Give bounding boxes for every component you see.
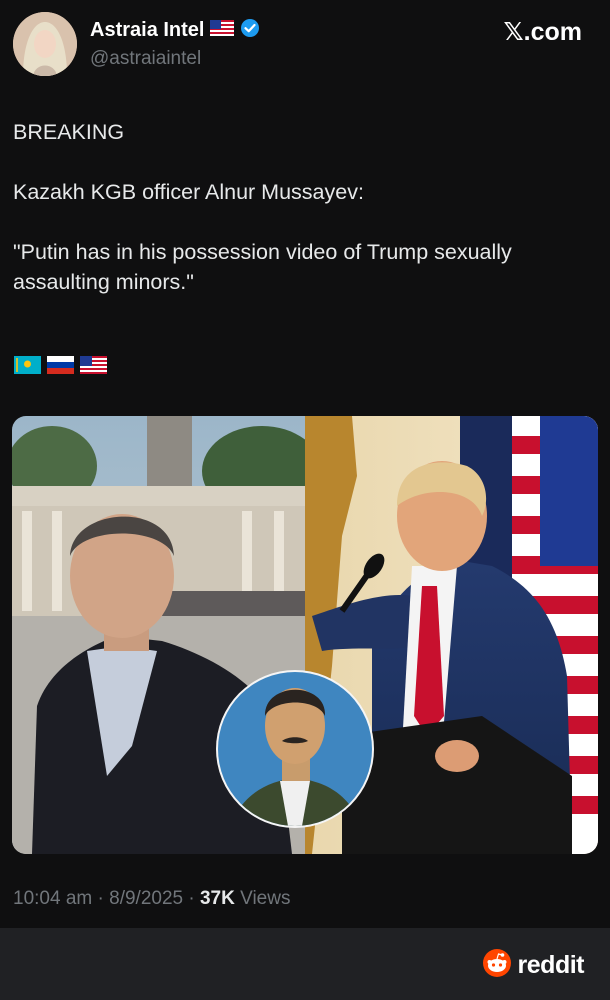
separator-dot: · <box>188 888 200 909</box>
views-label: Views <box>240 888 291 909</box>
author-avatar[interactable] <box>13 12 77 76</box>
author-name-row: Astraia Intel <box>90 18 260 43</box>
views-count: 37K <box>199 888 235 909</box>
tweet-time[interactable]: 10:04 am <box>13 888 92 909</box>
tweet-media-image[interactable] <box>12 416 598 854</box>
tweet-line-breaking: BREAKING <box>13 120 125 144</box>
us-flag-icon <box>80 356 107 379</box>
separator-dot: · <box>97 888 110 909</box>
russia-flag-icon <box>47 356 74 379</box>
reddit-alien-icon <box>482 948 512 983</box>
tweet-meta: 10:04 am · 8/9/2025 · 37K Views <box>13 888 290 910</box>
author-handle[interactable]: @astraiaintel <box>90 48 201 70</box>
kazakhstan-flag-icon <box>14 356 41 379</box>
site-name: 𝕏.com <box>503 18 583 46</box>
verified-badge-icon <box>240 18 260 43</box>
author-display-name[interactable]: Astraia Intel <box>90 19 204 42</box>
reddit-watermark: reddit <box>482 948 585 983</box>
us-flag-icon <box>210 20 235 41</box>
tweet-line-quote: "Putin has in his possession video of Tr… <box>13 240 512 294</box>
flag-emojis <box>14 356 107 379</box>
tweet-line-attribution: Kazakh KGB officer Alnur Mussayev: <box>13 180 364 204</box>
tweet-date[interactable]: 8/9/2025 <box>109 888 183 909</box>
reddit-wordmark: reddit <box>517 951 585 979</box>
tweet-body: BREAKING Kazakh KGB officer Alnur Mussay… <box>13 117 603 297</box>
